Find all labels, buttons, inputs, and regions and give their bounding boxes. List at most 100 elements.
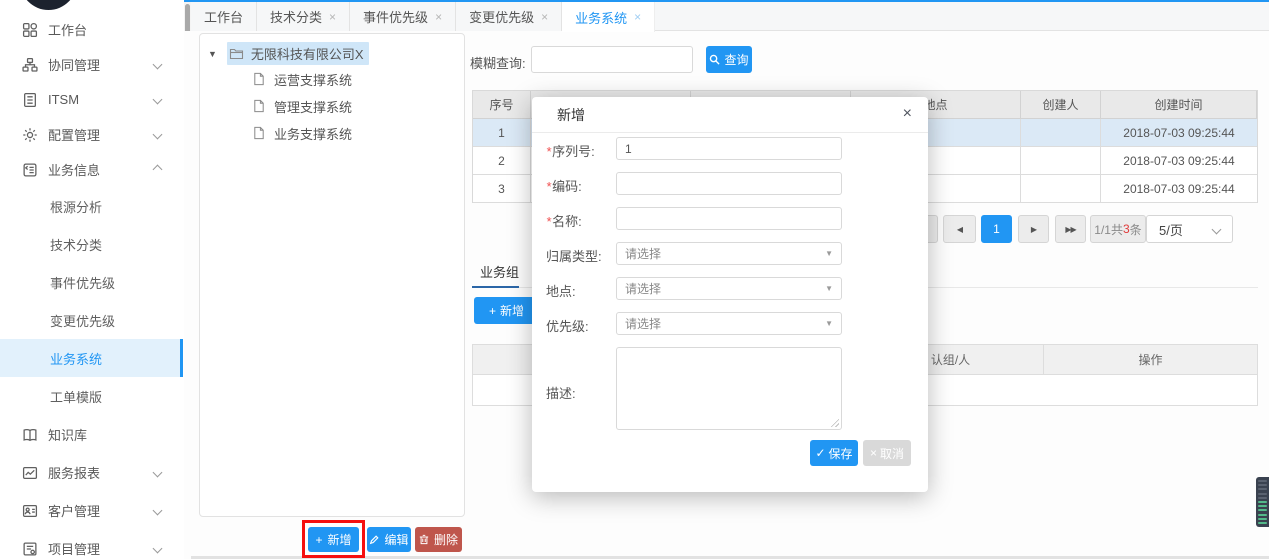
sidebar-item-label: 工作台 bbox=[48, 20, 87, 39]
page-size-select[interactable]: 5/页 bbox=[1146, 215, 1233, 243]
tree-node-mgmt-support[interactable]: 管理支撑系统 bbox=[252, 97, 352, 116]
col-seq: 序号 bbox=[473, 91, 531, 119]
tab-label: 工作台 bbox=[204, 7, 243, 26]
tree-edit-button[interactable]: 编辑 bbox=[367, 527, 411, 552]
project-icon bbox=[22, 541, 38, 557]
dialog-title: 新增 bbox=[557, 105, 585, 125]
close-icon[interactable]: × bbox=[435, 10, 442, 24]
search-button[interactable]: 查询 bbox=[706, 46, 752, 73]
sidebar-subitem-root-analysis[interactable]: 根源分析 bbox=[0, 187, 183, 225]
pagination-next-button[interactable]: ▶ bbox=[1018, 215, 1049, 243]
sidebar-item-label: 项目管理 bbox=[48, 539, 100, 558]
name-input[interactable] bbox=[616, 207, 842, 230]
tab-incident-priority[interactable]: 事件优先级 × bbox=[350, 2, 456, 31]
tree-delete-button[interactable]: 删除 bbox=[415, 527, 462, 552]
sidebar-item-customer-mgmt[interactable]: 客户管理 bbox=[0, 493, 183, 528]
desc-textarea[interactable] bbox=[616, 347, 842, 430]
tab-change-priority[interactable]: 变更优先级 × bbox=[456, 2, 562, 31]
location-select[interactable]: 请选择 ▼ bbox=[616, 277, 842, 300]
sidebar-item-config[interactable]: 配置管理 bbox=[0, 117, 183, 152]
sidebar-item-label: ITSM bbox=[48, 92, 79, 107]
select-placeholder: 请选择 bbox=[625, 315, 661, 332]
save-button-label: 保存 bbox=[829, 445, 853, 462]
close-icon[interactable]: × bbox=[634, 10, 641, 24]
pagination-page-1[interactable]: 1 bbox=[981, 215, 1012, 243]
chevron-down-icon bbox=[153, 544, 163, 554]
tab-workbench[interactable]: 工作台 bbox=[191, 2, 257, 31]
tree-root-node[interactable]: ▼ 无限科技有限公司X bbox=[208, 42, 369, 65]
pagination-last-button[interactable]: ▶▶ bbox=[1055, 215, 1086, 243]
close-icon[interactable]: × bbox=[541, 10, 548, 24]
close-icon[interactable]: × bbox=[903, 105, 912, 123]
sidebar-subitem-tech-category[interactable]: 技术分类 bbox=[0, 225, 183, 263]
book-icon bbox=[22, 427, 38, 443]
cancel-button[interactable]: × 取消 bbox=[863, 440, 911, 466]
code-input[interactable] bbox=[616, 172, 842, 195]
browser-extension-widget[interactable] bbox=[1256, 477, 1269, 527]
add-dialog: 新增 × *序列号: 1 *编码: *名称: 归属类型: 请选择 ▼ 地点: 请… bbox=[532, 97, 928, 492]
tab-tech-category[interactable]: 技术分类 × bbox=[257, 2, 350, 31]
tab-label: 事件优先级 bbox=[363, 7, 428, 26]
type-select[interactable]: 请选择 ▼ bbox=[616, 242, 842, 265]
sidebar-subitem-incident-priority[interactable]: 事件优先级 bbox=[0, 263, 183, 301]
resize-handle-icon[interactable] bbox=[830, 418, 839, 427]
trash-icon bbox=[419, 534, 429, 545]
save-button[interactable]: ✓ 保存 bbox=[810, 440, 858, 466]
cross-icon: × bbox=[870, 446, 877, 460]
sidebar-subitem-change-priority[interactable]: 变更优先级 bbox=[0, 301, 183, 339]
tree-node-label: 管理支撑系统 bbox=[274, 97, 352, 116]
group-tab-underline bbox=[472, 286, 519, 288]
sidebar-item-workbench[interactable]: 工作台 bbox=[0, 12, 183, 47]
cell-created: 2018-07-03 09:25:44 bbox=[1101, 119, 1257, 147]
group-add-button[interactable]: + 新增 bbox=[474, 297, 539, 324]
org-icon bbox=[22, 57, 38, 73]
label-text: 序列号: bbox=[552, 144, 595, 159]
tab-label: 变更优先级 bbox=[469, 7, 534, 26]
pagination-prev-button[interactable]: ◀ bbox=[943, 215, 976, 243]
fuzzy-search-input[interactable] bbox=[531, 46, 693, 73]
sidebar-item-service-report[interactable]: 服务报表 bbox=[0, 455, 183, 490]
file-icon bbox=[252, 126, 267, 141]
chevron-down-icon bbox=[1212, 224, 1222, 234]
subitem-label: 工单模版 bbox=[50, 387, 102, 406]
location-label: 地点: bbox=[546, 281, 576, 300]
sidebar-item-project-mgmt[interactable]: 项目管理 bbox=[0, 531, 183, 559]
file-icon bbox=[252, 72, 267, 87]
page-size-value: 5/页 bbox=[1159, 220, 1183, 239]
select-placeholder: 请选择 bbox=[625, 280, 661, 297]
sidebar-item-label: 客户管理 bbox=[48, 501, 100, 520]
chart-icon bbox=[22, 465, 38, 481]
tree-root-label: 无限科技有限公司X bbox=[251, 44, 364, 63]
caret-down-icon: ▼ bbox=[825, 284, 833, 293]
tree-add-button[interactable]: + 新增 bbox=[308, 527, 359, 552]
grid-icon bbox=[22, 22, 38, 38]
sidebar-item-itsm[interactable]: ITSM bbox=[0, 82, 183, 117]
sidebar-item-knowledge-base[interactable]: 知识库 bbox=[0, 417, 183, 452]
col-created: 创建时间 bbox=[1101, 91, 1257, 119]
tab-business-system[interactable]: 业务系统 × bbox=[562, 2, 655, 32]
page-number: 1 bbox=[993, 222, 1000, 236]
tree-node-label: 业务支撑系统 bbox=[274, 124, 352, 143]
cancel-button-label: 取消 bbox=[880, 445, 904, 462]
sidebar: 工作台 协同管理 ITSM 配置管理 bbox=[0, 0, 183, 559]
select-placeholder: 请选择 bbox=[625, 245, 661, 262]
priority-select[interactable]: 请选择 ▼ bbox=[616, 312, 842, 335]
prev-page-icon: ◀ bbox=[957, 225, 962, 234]
tree-node-business-support[interactable]: 业务支撑系统 bbox=[252, 124, 352, 143]
chevron-up-icon bbox=[153, 165, 163, 175]
chevron-down-icon bbox=[153, 506, 163, 516]
seq-input[interactable]: 1 bbox=[616, 137, 842, 160]
tree-expander-icon[interactable]: ▼ bbox=[208, 49, 217, 59]
file-icon bbox=[252, 99, 267, 114]
sidebar-subitem-business-system[interactable]: 业务系统 bbox=[0, 339, 183, 377]
tree-root-selected[interactable]: 无限科技有限公司X bbox=[227, 42, 369, 65]
tab-business-group[interactable]: 业务组 bbox=[480, 262, 519, 281]
cell-creator bbox=[1021, 119, 1101, 147]
close-icon[interactable]: × bbox=[329, 10, 336, 24]
sidebar-item-collaboration[interactable]: 协同管理 bbox=[0, 47, 183, 82]
next-page-icon: ▶ bbox=[1031, 225, 1036, 234]
code-label: *编码: bbox=[546, 176, 582, 195]
sidebar-subitem-ticket-template[interactable]: 工单模版 bbox=[0, 377, 183, 415]
tree-node-operation-support[interactable]: 运营支撑系统 bbox=[252, 70, 352, 89]
sidebar-item-business-info[interactable]: 业务信息 bbox=[0, 152, 183, 187]
